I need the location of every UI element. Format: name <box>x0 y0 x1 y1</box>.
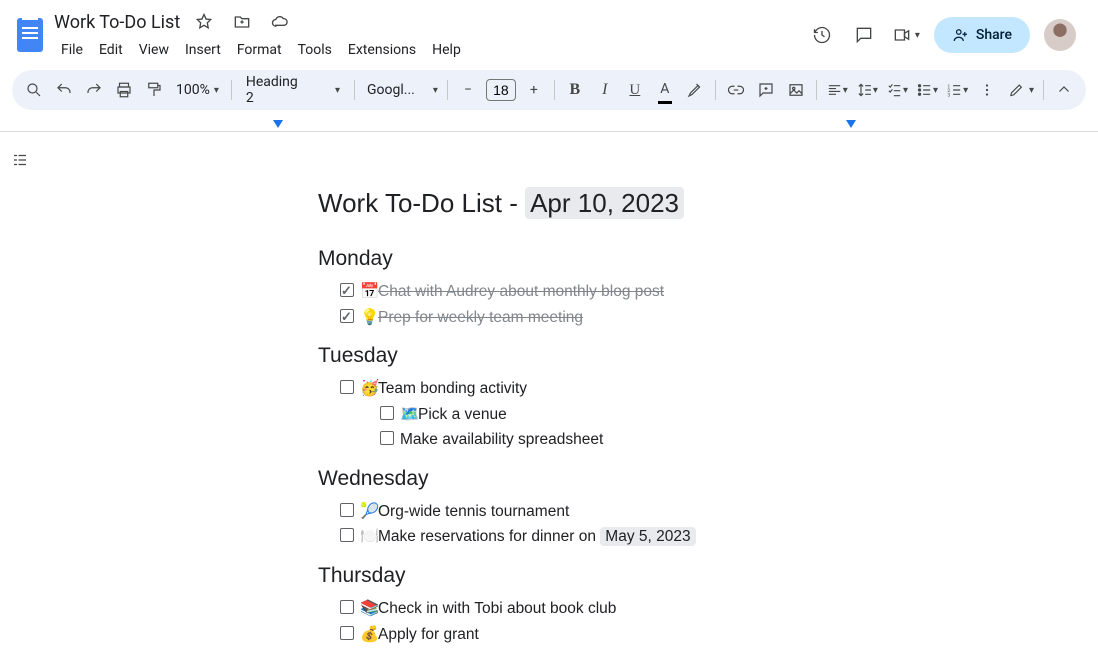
item-emoji-icon: 🗺️ <box>400 402 418 428</box>
day-heading[interactable]: Wednesday <box>318 467 900 491</box>
toolbar: 100%▾ Heading 2▾ Googl...▾ − + B I U A ▾… <box>12 70 1086 110</box>
checkbox[interactable] <box>340 528 354 542</box>
day-heading[interactable]: Thursday <box>318 564 900 588</box>
checklist-text[interactable]: Make availability spreadsheet <box>400 427 603 453</box>
menu-extensions[interactable]: Extensions <box>341 38 423 62</box>
checklist-text[interactable]: 🥳Team bonding activity <box>360 376 527 402</box>
history-icon[interactable] <box>808 21 836 49</box>
checklist-text[interactable]: 🍽️Make reservations for dinner on May 5,… <box>360 524 696 550</box>
checklist-item[interactable]: 📅Chat with Audrey about monthly blog pos… <box>340 279 900 305</box>
line-spacing-button[interactable]: ▾ <box>853 76 881 104</box>
menu-insert[interactable]: Insert <box>178 38 228 62</box>
star-icon[interactable] <box>190 8 218 36</box>
account-avatar[interactable] <box>1044 19 1076 51</box>
font-size-decrease[interactable]: − <box>454 76 482 104</box>
cloud-status-icon[interactable] <box>266 8 294 36</box>
more-icon[interactable] <box>973 76 1001 104</box>
redo-icon[interactable] <box>80 76 108 104</box>
menu-edit[interactable]: Edit <box>92 38 130 62</box>
checkbox[interactable] <box>340 283 354 297</box>
bold-button[interactable]: B <box>561 76 589 104</box>
checklist-item[interactable]: 💡Prep for weekly team meeting <box>340 305 900 331</box>
font-family-select[interactable]: Googl...▾ <box>361 82 441 98</box>
date-chip[interactable]: May 5, 2023 <box>600 527 695 546</box>
underline-button[interactable]: U <box>621 76 649 104</box>
share-button[interactable]: Share <box>934 17 1030 53</box>
align-button[interactable]: ▾ <box>823 76 851 104</box>
print-icon[interactable] <box>110 76 138 104</box>
outline-toggle-icon[interactable] <box>6 146 34 174</box>
checklist-item[interactable]: 🎾Org-wide tennis tournament <box>340 499 900 525</box>
item-emoji-icon: 💰 <box>360 622 378 648</box>
add-comment-icon[interactable] <box>752 76 780 104</box>
checklist-text[interactable]: 📅Chat with Audrey about monthly blog pos… <box>360 279 664 305</box>
paint-format-icon[interactable] <box>140 76 168 104</box>
date-chip[interactable]: Apr 10, 2023 <box>525 187 684 219</box>
move-icon[interactable] <box>228 8 256 36</box>
checklist-text[interactable]: 🎾Org-wide tennis tournament <box>360 499 569 525</box>
editing-mode-icon[interactable]: ▾ <box>1005 76 1037 104</box>
checklist-item[interactable]: 📚Check in with Tobi about book club <box>340 596 900 622</box>
undo-icon[interactable] <box>50 76 78 104</box>
item-emoji-icon: 📚 <box>360 596 378 622</box>
font-size-input[interactable] <box>486 79 516 101</box>
checklist-text[interactable]: 📚Check in with Tobi about book club <box>360 596 616 622</box>
app-header: Work To-Do List FileEditViewInsertFormat… <box>0 0 1098 62</box>
menu-help[interactable]: Help <box>425 38 468 62</box>
share-label: Share <box>976 27 1012 43</box>
day-heading[interactable]: Monday <box>318 247 900 271</box>
item-emoji-icon: 🍽️ <box>360 524 378 550</box>
menu-file[interactable]: File <box>54 38 90 62</box>
menu-tools[interactable]: Tools <box>291 38 339 62</box>
checkbox[interactable] <box>340 309 354 323</box>
checklist-item[interactable]: 🗺️Pick a venue <box>340 402 900 428</box>
checklist-text[interactable]: 💡Prep for weekly team meeting <box>360 305 583 331</box>
checklist-item[interactable]: 💰Apply for grant <box>340 622 900 648</box>
item-emoji-icon: 🎾 <box>360 499 378 525</box>
doc-heading-1[interactable]: Work To-Do List - Apr 10, 2023 <box>318 188 900 219</box>
numbered-list-button[interactable]: 123▾ <box>943 76 971 104</box>
zoom-select[interactable]: 100%▾ <box>170 82 225 98</box>
insert-image-icon[interactable] <box>782 76 810 104</box>
item-emoji-icon: 💡 <box>360 305 378 331</box>
checkbox[interactable] <box>380 431 394 445</box>
collapse-toolbar-icon[interactable] <box>1050 76 1078 104</box>
bulleted-list-button[interactable]: ▾ <box>913 76 941 104</box>
indent-marker-left[interactable] <box>273 120 283 128</box>
font-size-increase[interactable]: + <box>520 76 548 104</box>
document-title[interactable]: Work To-Do List <box>54 12 180 33</box>
item-emoji-icon: 📅 <box>360 279 378 305</box>
checkbox[interactable] <box>340 600 354 614</box>
menu-bar: FileEditViewInsertFormatToolsExtensionsH… <box>54 38 468 62</box>
checkbox[interactable] <box>340 503 354 517</box>
document-body[interactable]: Work To-Do List - Apr 10, 2023 Monday 📅Cha… <box>40 132 900 647</box>
checkbox[interactable] <box>340 626 354 640</box>
search-icon[interactable] <box>20 76 48 104</box>
item-emoji-icon: 🥳 <box>360 376 378 402</box>
menu-view[interactable]: View <box>132 38 176 62</box>
indent-marker-right[interactable] <box>846 120 856 128</box>
meet-icon[interactable]: ▾ <box>892 21 920 49</box>
menu-format[interactable]: Format <box>230 38 289 62</box>
day-heading[interactable]: Tuesday <box>318 344 900 368</box>
text-color-button[interactable]: A <box>651 76 679 104</box>
checklist-text[interactable]: 🗺️Pick a venue <box>400 402 507 428</box>
ruler[interactable] <box>0 116 1098 132</box>
checklist-item[interactable]: 🍽️Make reservations for dinner on May 5,… <box>340 524 900 550</box>
checklist-text[interactable]: 💰Apply for grant <box>360 622 479 648</box>
insert-link-icon[interactable] <box>722 76 750 104</box>
checkbox[interactable] <box>380 406 394 420</box>
checklist-item[interactable]: 🥳Team bonding activity <box>340 376 900 402</box>
checkbox[interactable] <box>340 380 354 394</box>
checklist-item[interactable]: Make availability spreadsheet <box>340 427 900 453</box>
italic-button[interactable]: I <box>591 76 619 104</box>
highlight-button[interactable] <box>681 76 709 104</box>
checklist-button[interactable]: ▾ <box>883 76 911 104</box>
paragraph-style-select[interactable]: Heading 2▾ <box>238 74 348 106</box>
comments-icon[interactable] <box>850 21 878 49</box>
svg-text:3: 3 <box>947 92 950 98</box>
font-size-control: − + <box>454 76 548 104</box>
docs-logo-icon[interactable] <box>12 17 48 53</box>
